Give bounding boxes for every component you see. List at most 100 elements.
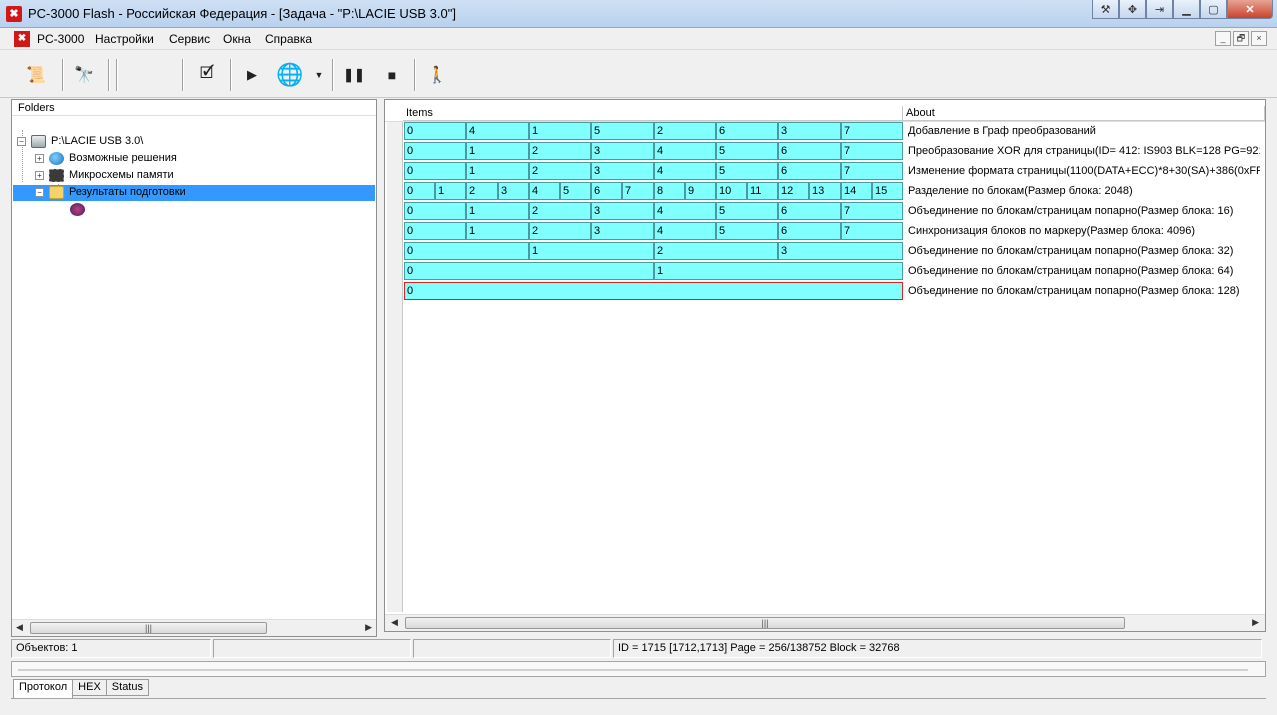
grid-item-cell[interactable]: 5 [716, 142, 778, 160]
stop-icon[interactable]: ■ [380, 59, 404, 91]
grid-item-cell[interactable]: 2 [529, 222, 591, 240]
grid-row[interactable]: 0 1 2 3 Объединение по блокам/страницам попа… [404, 242, 1264, 261]
folders-horizontal-scrollbar[interactable]: ◀ ||| ▶ [12, 619, 376, 636]
tree-node-drive[interactable]: − P:\LACIE USB 3.0\ [17, 133, 143, 150]
play-icon[interactable]: ▶ [240, 59, 264, 91]
tab-protocol[interactable]: Протокол [13, 679, 74, 698]
grid-item-cell[interactable]: 0 [404, 162, 466, 180]
grid-item-cell[interactable]: 2 [529, 202, 591, 220]
mdi-restore-button[interactable]: 🗗 [1233, 31, 1249, 46]
grid-item-cell[interactable]: 3 [591, 202, 654, 220]
grid-row[interactable]: 0 1 2 3 4 5 6 7 8 9 10 11 12 13 14 15 Разделение по блок… [404, 182, 1264, 201]
collapse-icon[interactable]: − [35, 188, 44, 197]
grid-item-cell[interactable]: 6 [716, 122, 778, 140]
scroll-icon[interactable]: 📜 [18, 59, 54, 91]
maximize-button[interactable]: ▢ [1200, 0, 1227, 19]
grid-row[interactable]: 0 1 Объединение по блокам/страницам попарн… [404, 262, 1264, 281]
scroll-thumb[interactable]: ||| [30, 622, 267, 634]
grid-item-cell[interactable]: 3 [778, 242, 903, 260]
grid-item-cell[interactable]: 0 [404, 222, 466, 240]
scroll-left-icon[interactable]: ◀ [391, 617, 398, 628]
grid-item-cell[interactable]: 1 [466, 162, 529, 180]
grid-item-cell[interactable]: 2 [529, 162, 591, 180]
tree-node-transform-graph[interactable]: 0139 - Граф преобразований [70, 201, 238, 218]
mdi-minimize-button[interactable]: _ [1215, 31, 1231, 46]
grid-item-cell[interactable]: 0 [404, 282, 903, 300]
grid-item-cell[interactable]: 3 [498, 182, 529, 200]
grid-row[interactable]: 0 1 2 3 4 5 6 7 Объединение по блокам/страницам … [404, 202, 1264, 221]
grid-item-cell[interactable]: 0 [404, 202, 466, 220]
grid-item-cell[interactable]: 5 [716, 222, 778, 240]
grid-item-cell[interactable]: 4 [654, 222, 716, 240]
close-button[interactable]: ✕ [1227, 0, 1273, 19]
pc3000-menu-icon[interactable]: ✖ [14, 31, 30, 47]
grid-row[interactable]: 0 1 2 3 4 5 6 7 Преобразование XOR для страницы(… [404, 142, 1264, 161]
grid-item-cell[interactable]: 7 [841, 162, 903, 180]
grid-item-cell[interactable]: 6 [591, 182, 622, 200]
grid-item-cell[interactable]: 2 [654, 242, 778, 260]
grid-item-cell[interactable]: 4 [466, 122, 529, 140]
pc3000-icon[interactable]: ✖ [6, 6, 22, 22]
grid-item-cell[interactable]: 11 [747, 182, 778, 200]
dropdown-arrow-icon[interactable]: ▼ [312, 59, 326, 91]
expand-icon[interactable]: + [35, 154, 44, 163]
grid-item-cell[interactable]: 1 [466, 142, 529, 160]
grid-item-cell[interactable]: 4 [529, 182, 560, 200]
grid-row[interactable]: 0 Объединение по блокам/страницам попарно… [404, 282, 1264, 301]
grid-item-cell[interactable]: 3 [591, 142, 654, 160]
mdi-close-button[interactable]: × [1251, 31, 1267, 46]
grid-item-cell[interactable]: 5 [716, 162, 778, 180]
grid-item-cell[interactable]: 5 [591, 122, 654, 140]
grid-item-cell[interactable]: 3 [778, 122, 841, 140]
tab-status[interactable]: Status [105, 679, 149, 696]
tree-node-memory-chips[interactable]: + Микросхемы памяти [35, 167, 174, 184]
scroll-thumb[interactable]: ||| [405, 617, 1125, 629]
grid-item-cell[interactable]: 0 [404, 242, 529, 260]
menu-settings[interactable]: Настройки [95, 32, 154, 46]
expand-icon[interactable]: + [35, 171, 44, 180]
grid-item-cell[interactable]: 1 [654, 262, 903, 280]
tree-node-prep-results[interactable]: − Результаты подготовки [35, 184, 186, 201]
grid-item-cell[interactable]: 6 [778, 202, 841, 220]
grid-item-cell[interactable]: 2 [529, 142, 591, 160]
grid-row[interactable]: 0 1 2 3 4 5 6 7 Изменение формата страницы(1100(… [404, 162, 1264, 181]
tree-node-solutions[interactable]: + Возможные решения [35, 150, 177, 167]
grid-item-cell[interactable]: 7 [841, 122, 903, 140]
grid-item-cell[interactable]: 3 [591, 162, 654, 180]
grid-item-cell[interactable]: 1 [529, 122, 591, 140]
scroll-right-icon[interactable]: ▶ [365, 622, 372, 633]
grid-item-cell[interactable]: 2 [654, 122, 716, 140]
grid-item-cell[interactable]: 4 [654, 142, 716, 160]
grid-item-cell[interactable]: 7 [622, 182, 654, 200]
tool-icon[interactable]: ⚒ [1092, 0, 1119, 19]
grid-item-cell[interactable]: 7 [841, 142, 903, 160]
grid-item-cell[interactable]: 8 [654, 182, 685, 200]
grid-item-cell[interactable]: 0 [404, 122, 466, 140]
grid-item-cell[interactable]: 1 [435, 182, 466, 200]
grid-item-cell[interactable]: 5 [560, 182, 591, 200]
about-column-header[interactable]: About [903, 106, 1265, 121]
restore-window-icon[interactable]: ⇥ [1146, 0, 1173, 19]
grid-item-cell[interactable]: 5 [716, 202, 778, 220]
binoculars-icon[interactable]: 🔭 [68, 59, 100, 91]
grid-item-cell[interactable]: 6 [778, 222, 841, 240]
grid-item-cell[interactable]: 0 [404, 262, 654, 280]
menu-help[interactable]: Справка [265, 32, 312, 46]
grid-item-cell[interactable]: 2 [466, 182, 498, 200]
grid-item-cell[interactable]: 10 [716, 182, 747, 200]
grid-row[interactable]: 0 1 2 3 4 5 6 7 Синхронизация блоков по маркеру(… [404, 222, 1264, 241]
grid-item-cell[interactable]: 0 [404, 142, 466, 160]
grid-item-cell[interactable]: 1 [529, 242, 654, 260]
grid-item-cell[interactable]: 12 [778, 182, 809, 200]
grid-item-cell[interactable]: 4 [654, 162, 716, 180]
exit-icon[interactable]: 🚶 [424, 59, 450, 91]
grid-item-cell[interactable]: 7 [841, 222, 903, 240]
menu-pc3000[interactable]: PC-3000 [37, 32, 84, 46]
tab-hex[interactable]: HEX [72, 679, 107, 696]
checklist-icon[interactable]: 🗹 [190, 59, 224, 91]
minimize-button[interactable]: ▁ [1173, 0, 1200, 19]
menu-service[interactable]: Сервис [169, 32, 210, 46]
grid-row[interactable]: 0 4 1 5 2 6 3 7 Добавление в Граф преобразований [404, 122, 1264, 141]
compass-icon[interactable]: ✥ [1119, 0, 1146, 19]
grid-item-cell[interactable]: 6 [778, 162, 841, 180]
